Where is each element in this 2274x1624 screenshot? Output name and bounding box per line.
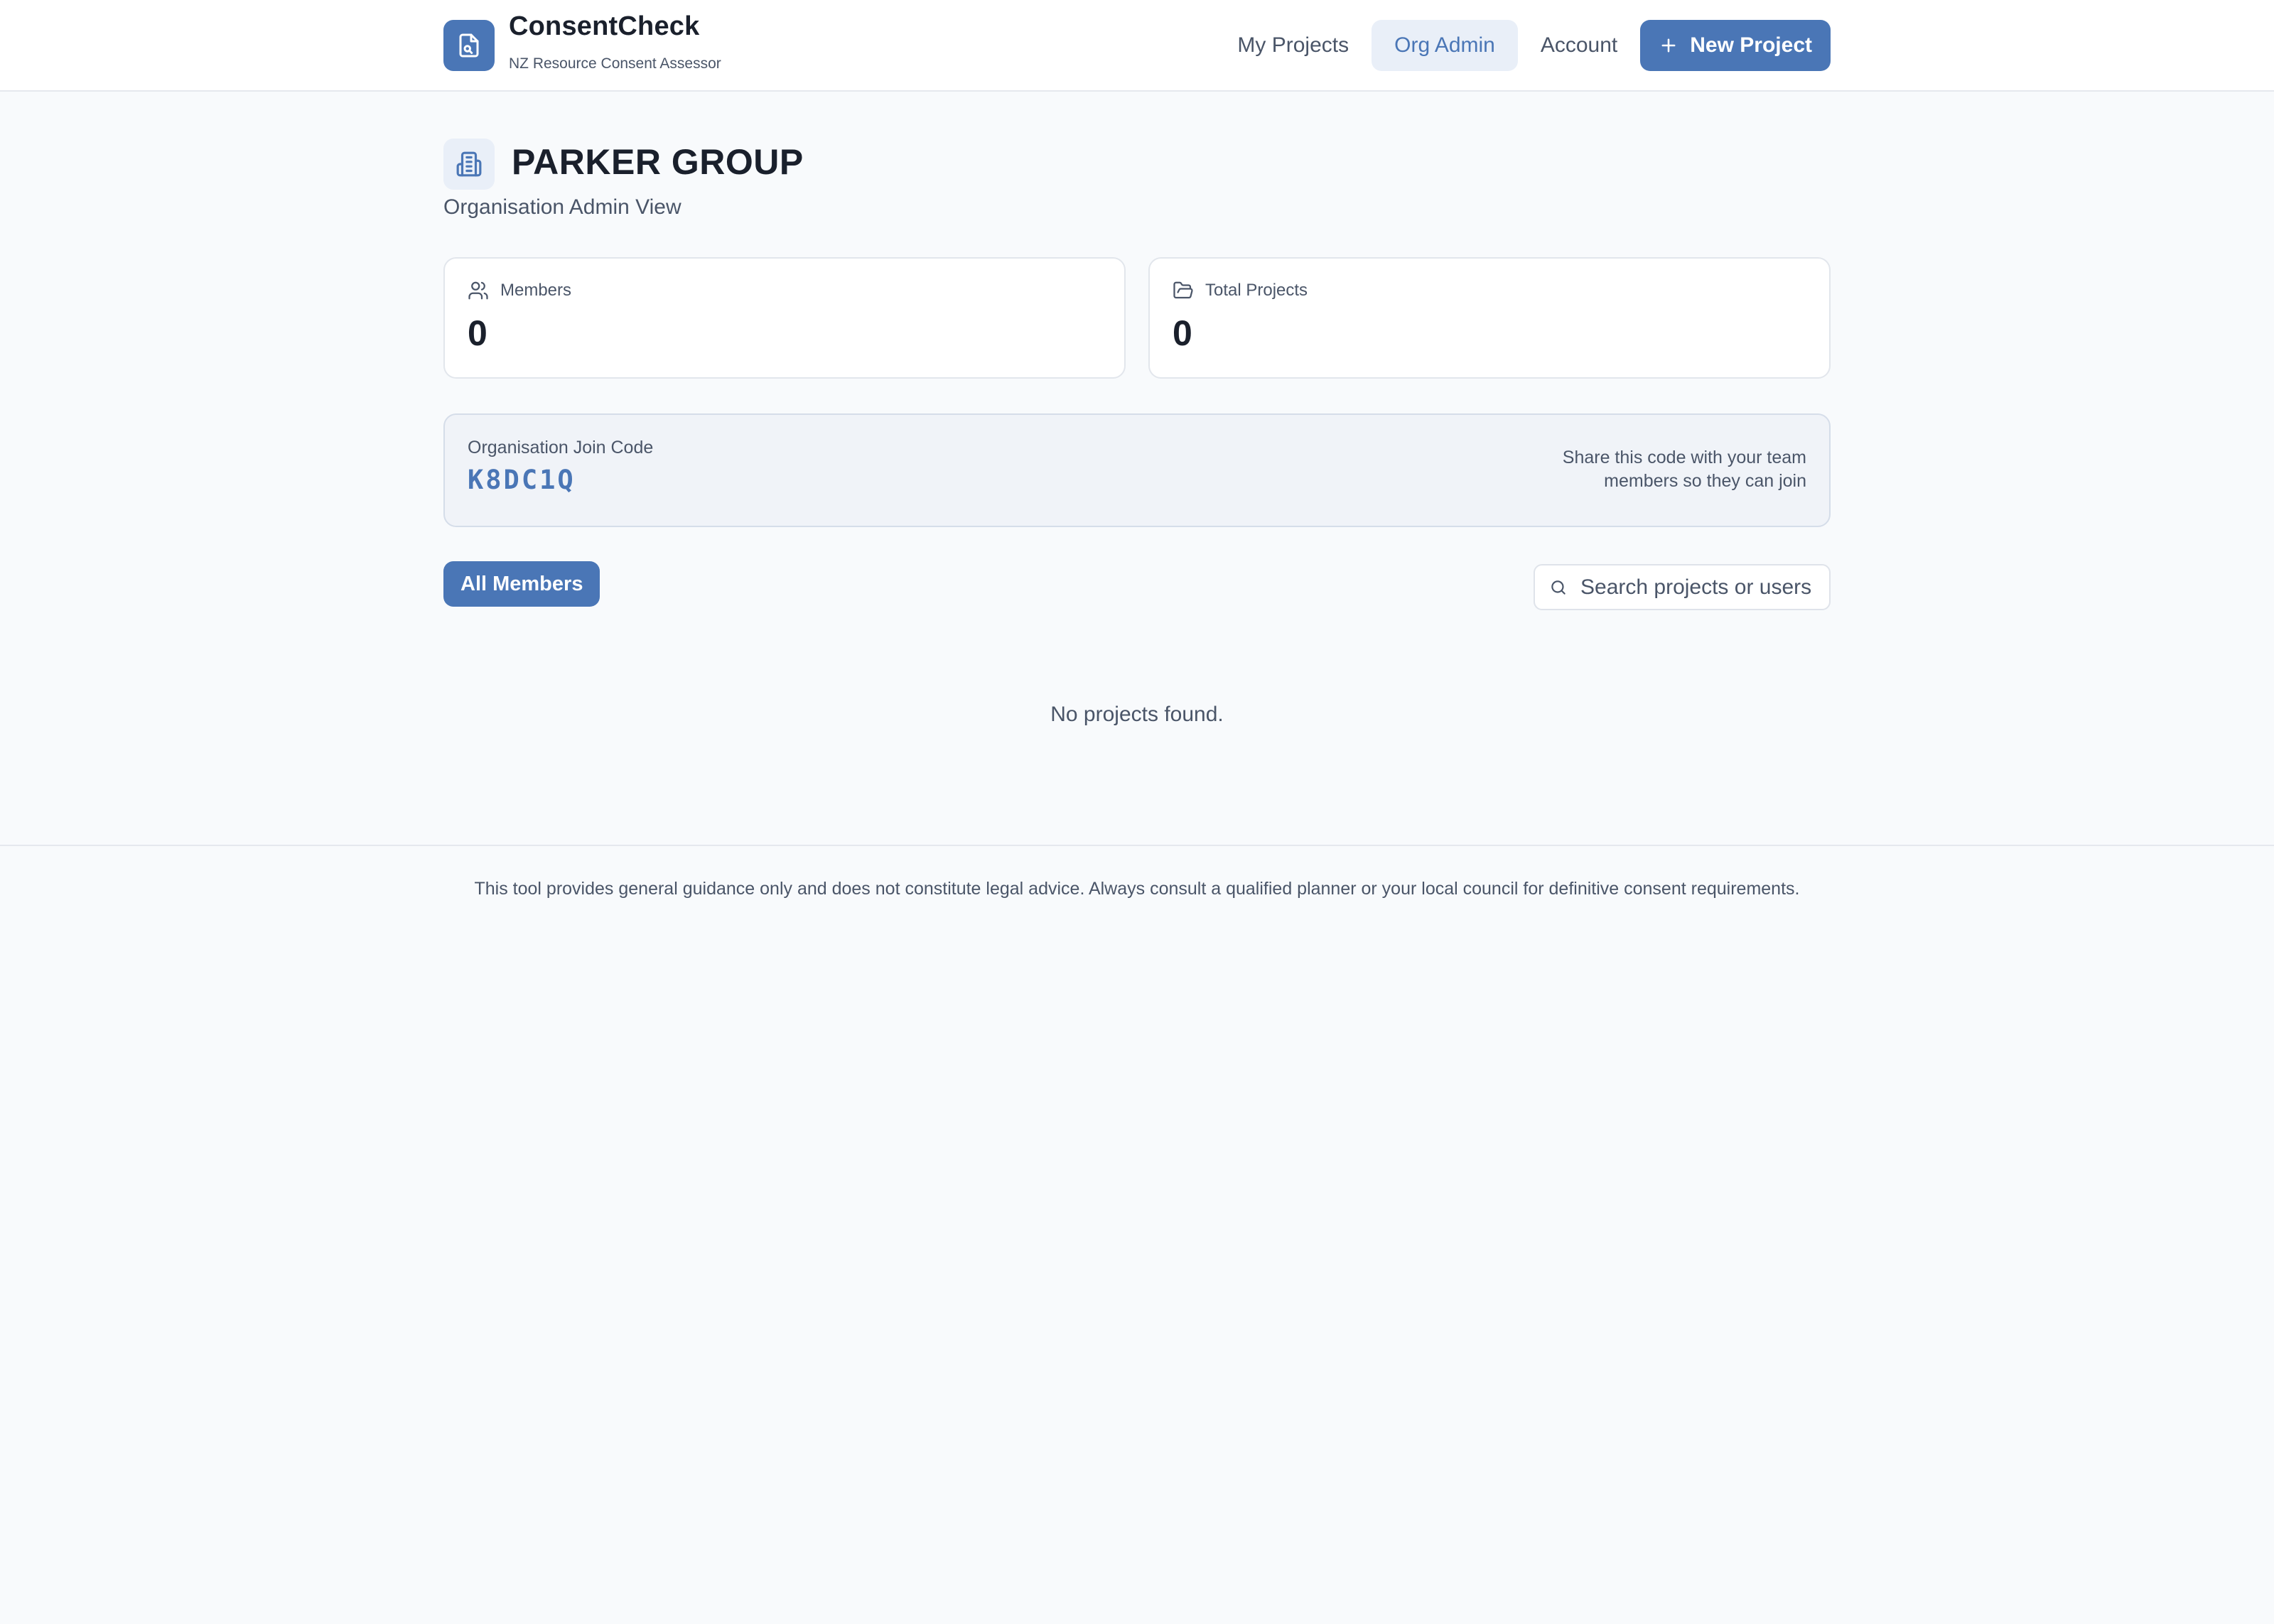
nav-my-projects[interactable]: My Projects <box>1214 20 1372 71</box>
document-search-icon <box>459 33 479 58</box>
members-label-row: Members <box>468 280 571 301</box>
org-name: PARKER GROUP <box>512 142 804 182</box>
nav-account[interactable]: Account <box>1518 20 1640 71</box>
search-box[interactable] <box>1534 564 1831 610</box>
header-inner: ConsentCheck NZ Resource Consent Assesso… <box>443 0 1831 90</box>
projects-label: Total Projects <box>1205 281 1308 300</box>
new-project-label: New Project <box>1690 33 1812 57</box>
app-logo[interactable] <box>443 20 495 71</box>
projects-count: 0 <box>1173 313 1192 353</box>
members-label: Members <box>500 281 572 300</box>
org-icon-box <box>443 139 495 190</box>
join-code-card: Organisation Join Code K8DC1Q Share this… <box>443 413 1831 527</box>
search-icon <box>1551 580 1566 595</box>
brand-subtitle: NZ Resource Consent Assessor <box>509 55 721 72</box>
total-projects-card: Total Projects 0 <box>1148 257 1831 379</box>
footer: This tool provides general guidance only… <box>0 845 2274 1624</box>
join-code-hint: Share this code with your team members s… <box>1562 448 1806 491</box>
users-icon <box>468 281 488 300</box>
org-subtitle: Organisation Admin View <box>443 195 681 219</box>
main-nav: My Projects Org Admin Account New Projec… <box>1214 20 1831 71</box>
projects-label-row: Total Projects <box>1173 280 1308 301</box>
join-code-label: Organisation Join Code <box>468 438 654 458</box>
tab-all-members[interactable]: All Members <box>443 561 600 607</box>
members-card: Members 0 <box>443 257 1126 379</box>
members-count: 0 <box>468 313 487 353</box>
footer-disclaimer: This tool provides general guidance only… <box>474 879 1800 899</box>
nav-org-admin[interactable]: Org Admin <box>1372 20 1518 71</box>
new-project-button[interactable]: New Project <box>1640 20 1831 71</box>
top-header: ConsentCheck NZ Resource Consent Assesso… <box>0 0 2274 92</box>
join-code-value[interactable]: K8DC1Q <box>468 465 576 495</box>
plus-icon <box>1659 36 1678 55</box>
building-icon <box>456 151 482 177</box>
empty-state-text: No projects found. <box>1050 703 1224 726</box>
folder-open-icon <box>1173 281 1193 299</box>
search-input[interactable] <box>1580 575 1822 600</box>
brand-name: ConsentCheck <box>509 11 700 41</box>
